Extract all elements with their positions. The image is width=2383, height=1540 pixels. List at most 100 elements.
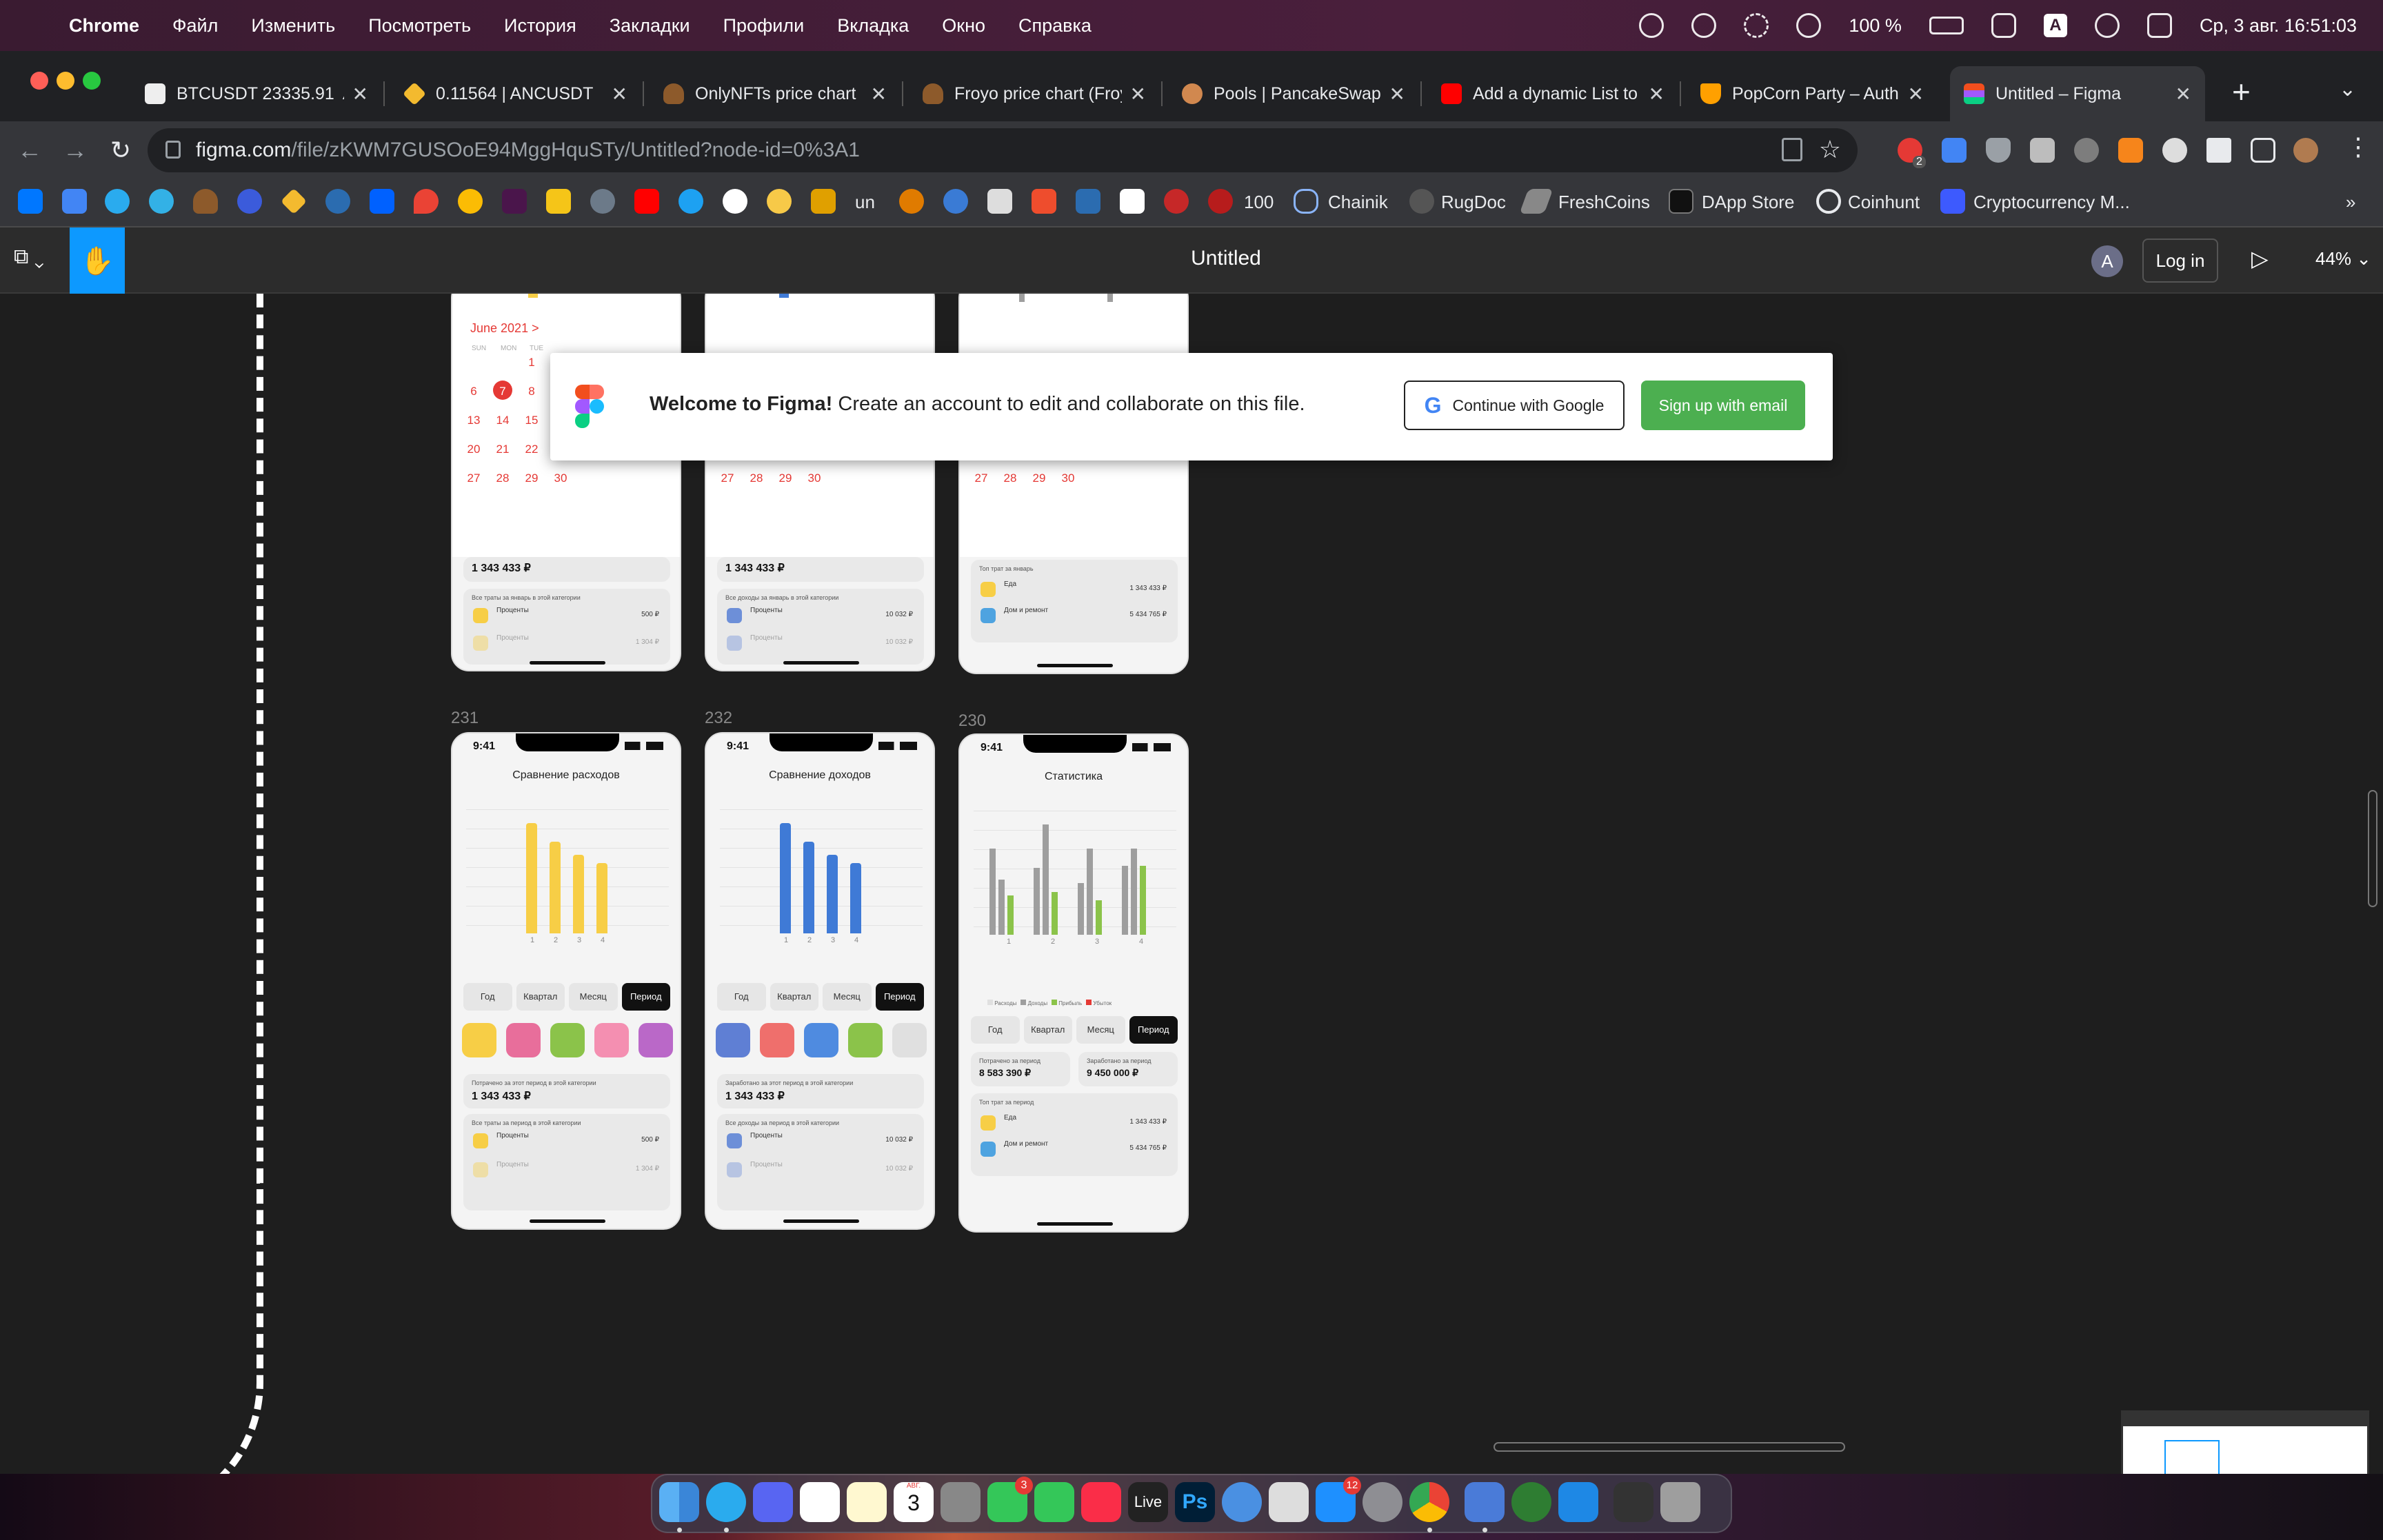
bookmark-s-icon[interactable] xyxy=(1032,189,1056,214)
calculator-icon[interactable] xyxy=(941,1482,981,1522)
segment-month[interactable]: Месяц xyxy=(823,983,872,1011)
music-icon[interactable] xyxy=(1081,1482,1121,1522)
facetime-icon[interactable] xyxy=(1034,1482,1074,1522)
list-item[interactable]: Проценты 1 304 ₽ xyxy=(470,631,663,655)
dropbox-icon[interactable] xyxy=(370,189,394,214)
calendar-day[interactable]: 30 xyxy=(549,472,572,485)
system-preferences-icon[interactable] xyxy=(1363,1482,1402,1522)
segment-period[interactable]: Период xyxy=(875,983,924,1011)
menu-profiles[interactable]: Профили xyxy=(723,15,805,37)
stocks-category-icon[interactable] xyxy=(550,1023,585,1057)
translate-bookmark-icon[interactable] xyxy=(62,189,87,214)
bookmark-coinhunt[interactable]: Coinhunt xyxy=(1848,192,1920,213)
list-item[interactable]: Дом и ремонт 5 434 765 ₽ xyxy=(978,604,1171,627)
tab-figma[interactable]: Untitled – Figma ✕ xyxy=(1950,66,2205,121)
menu-help[interactable]: Справка xyxy=(1018,15,1092,37)
calendar-day[interactable]: 29 xyxy=(774,472,797,485)
bookmark-100-icon[interactable] xyxy=(1208,189,1233,214)
frame-label[interactable]: 231 xyxy=(451,709,479,728)
mute-icon[interactable] xyxy=(1744,13,1769,38)
reload-icon[interactable]: ↻ xyxy=(98,136,143,165)
zoom-window-icon[interactable] xyxy=(83,72,101,90)
tab-search-chevron-icon[interactable]: ⌄ xyxy=(2339,77,2356,101)
discord-icon[interactable] xyxy=(753,1482,793,1522)
finder-folder-icon[interactable] xyxy=(1558,1482,1598,1522)
dividends-category-icon[interactable] xyxy=(760,1023,794,1057)
list-item[interactable]: Проценты 10 032 ₽ xyxy=(724,1158,917,1182)
figma-main-menu-icon[interactable]: ⧉ ⌄ xyxy=(14,245,44,269)
menu-app-chrome[interactable]: Chrome xyxy=(69,15,139,37)
profile-avatar[interactable] xyxy=(2293,138,2318,163)
menu-history[interactable]: История xyxy=(504,15,576,37)
phone-frame-statistics[interactable]: 9:41 Статистика 1 2 3 4 Расходы Доходы Приб… xyxy=(958,733,1189,1233)
bookmark-star-icon[interactable]: ☆ xyxy=(1819,135,1841,164)
list-item[interactable]: Проценты 500 ₽ xyxy=(470,1129,663,1153)
bookmark-orange-icon[interactable] xyxy=(899,189,924,214)
bookmark-x-icon[interactable] xyxy=(1076,189,1100,214)
chrome-dock-icon[interactable] xyxy=(1409,1482,1449,1522)
transfer-category-icon[interactable] xyxy=(848,1023,883,1057)
tab-youtube[interactable]: Add a dynamic List to ✕ xyxy=(1427,66,1678,121)
shield-icon[interactable] xyxy=(1986,138,2011,163)
bookmark-cryptocurrency[interactable]: Cryptocurrency M... xyxy=(1973,192,2130,213)
chrome-menu-icon[interactable]: ⋮ xyxy=(2346,132,2371,161)
vertical-scrollbar[interactable] xyxy=(2368,790,2377,907)
menubar-datetime[interactable]: Ср, 3 авг. 16:51:03 xyxy=(2200,15,2357,37)
gmail-icon[interactable] xyxy=(800,1482,840,1522)
segment-quarter[interactable]: Квартал xyxy=(1023,1016,1072,1044)
menu-bookmarks[interactable]: Закладки xyxy=(610,15,690,37)
food-category-icon[interactable] xyxy=(462,1023,496,1057)
menu-file[interactable]: Файл xyxy=(172,15,218,37)
avatar[interactable]: A xyxy=(2091,245,2123,277)
coin-bookmark-icon[interactable] xyxy=(193,189,218,214)
list-item[interactable]: Проценты 10 032 ₽ xyxy=(724,631,917,655)
bookmark-wave-icon[interactable] xyxy=(325,189,350,214)
calendar-day[interactable]: 21 xyxy=(491,443,514,456)
vpn-icon[interactable] xyxy=(1222,1482,1262,1522)
segment-period[interactable]: Период xyxy=(621,983,670,1011)
interest-category-icon[interactable] xyxy=(804,1023,838,1057)
phone-frame-expense-comparison[interactable]: 9:41 Сравнение расходов 1 2 3 4 Год Квартал… xyxy=(451,732,681,1230)
trash-icon[interactable] xyxy=(1660,1482,1700,1522)
bookmark-un[interactable]: un xyxy=(855,192,875,213)
calendar-day[interactable]: 29 xyxy=(520,472,543,485)
segment-month[interactable]: Месяц xyxy=(1076,1016,1125,1044)
xcode-icon[interactable] xyxy=(1465,1482,1505,1522)
notes-icon[interactable] xyxy=(847,1482,887,1522)
menu-edit[interactable]: Изменить xyxy=(251,15,335,37)
close-tab-icon[interactable]: ✕ xyxy=(612,83,627,105)
calendar-day[interactable]: 22 xyxy=(520,443,543,456)
figma-canvas[interactable]: June 2021 > SUN MON TUE 1234567891011121… xyxy=(0,294,2383,1474)
telegram-icon[interactable] xyxy=(105,189,130,214)
close-tab-icon[interactable]: ✕ xyxy=(352,83,368,105)
bookmark-freshcoins[interactable]: FreshCoins xyxy=(1558,192,1650,213)
calendar-day[interactable]: 6 xyxy=(462,385,485,398)
play-status-icon[interactable] xyxy=(1796,13,1822,38)
status-icon-notifications[interactable] xyxy=(1639,13,1665,38)
close-tab-icon[interactable]: ✕ xyxy=(1649,83,1665,105)
calendar-day[interactable]: 8 xyxy=(520,385,543,398)
green-app-icon[interactable] xyxy=(1511,1482,1551,1522)
calendar-day[interactable]: 28 xyxy=(998,472,1022,485)
maps-icon[interactable] xyxy=(414,189,439,214)
twitter-icon[interactable] xyxy=(678,189,703,214)
list-item[interactable]: Дом и ремонт 5 434 765 ₽ xyxy=(978,1137,1171,1161)
bookmarks-overflow-icon[interactable]: » xyxy=(2346,192,2355,213)
rugdoc-icon[interactable] xyxy=(1409,189,1434,214)
lock-icon[interactable] xyxy=(165,141,181,159)
horizontal-scrollbar[interactable] xyxy=(1494,1442,1845,1452)
creative-cloud-icon[interactable] xyxy=(1691,13,1717,38)
segment-quarter[interactable]: Квартал xyxy=(770,983,818,1011)
more-category-icon[interactable] xyxy=(892,1023,927,1057)
segment-year[interactable]: Год xyxy=(971,1016,1020,1044)
bookmark-folder-icon[interactable] xyxy=(546,189,571,214)
spotlight-search-icon[interactable] xyxy=(2094,13,2120,38)
minimap-viewport[interactable] xyxy=(2164,1440,2220,1474)
tab-pancakeswap[interactable]: Pools | PancakeSwap ✕ xyxy=(1168,66,1419,121)
calendar-day[interactable]: 7 xyxy=(491,385,514,398)
minimize-window-icon[interactable] xyxy=(57,72,74,90)
side-panel-icon[interactable] xyxy=(2251,138,2275,163)
back-arrow-icon[interactable]: ← xyxy=(7,136,52,165)
sign-up-email-button[interactable]: Sign up with email xyxy=(1641,381,1805,430)
tab-popcorn[interactable]: PopCorn Party – Auth ✕ xyxy=(1687,66,1938,121)
